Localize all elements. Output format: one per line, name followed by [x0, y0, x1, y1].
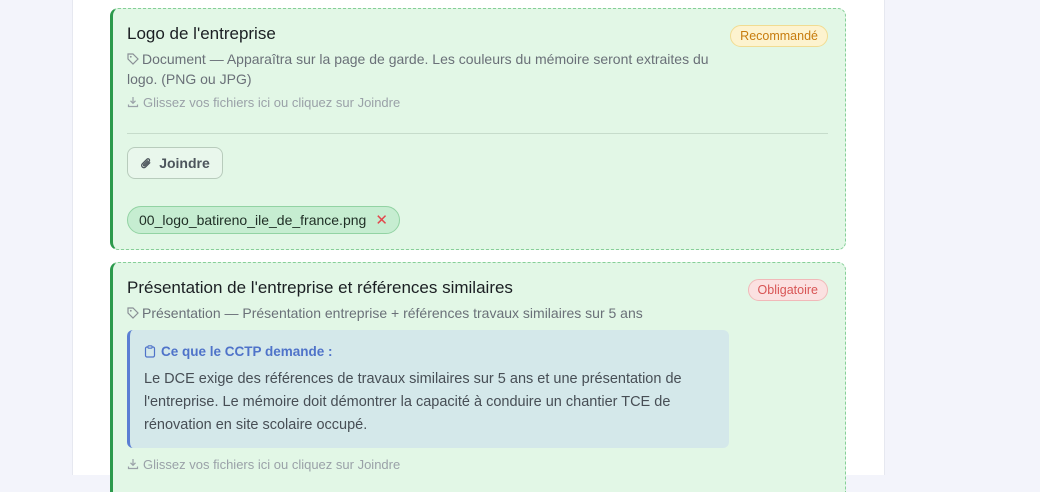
- attach-button-label: Joindre: [159, 155, 210, 171]
- card-title: Présentation de l'entreprise et référenc…: [127, 278, 513, 297]
- required-badge: Obligatoire: [747, 279, 828, 301]
- document-card-presentation: Présentation de l'entreprise et référenc…: [110, 262, 846, 492]
- clipboard-icon: [144, 345, 156, 358]
- divider: [127, 133, 828, 134]
- cctp-heading: Ce que le CCTP demande :: [144, 344, 333, 359]
- drop-hint-text: Glissez vos fichiers ici ou cliquez sur …: [143, 95, 401, 110]
- download-icon: [127, 97, 139, 108]
- tag-icon: [127, 53, 139, 65]
- description-text: Document — Apparaîtra sur la page de gar…: [127, 51, 709, 87]
- paperclip-icon: [141, 157, 151, 168]
- drop-zone-hint[interactable]: Glissez vos fichiers ici ou cliquez sur …: [127, 457, 400, 472]
- card-description: Document — Apparaîtra sur la page de gar…: [127, 50, 727, 89]
- attach-button[interactable]: Joindre: [127, 147, 223, 179]
- download-icon: [127, 459, 139, 470]
- card-title: Logo de l'entreprise: [127, 24, 276, 43]
- cctp-text: Le DCE exige des références de travaux s…: [144, 371, 682, 433]
- attached-file-chip: 00_logo_batireno_ile_de_france.png ✕: [127, 206, 400, 234]
- cctp-requirement-box: Ce que le CCTP demande : Le DCE exige de…: [127, 330, 729, 448]
- recommended-badge: Recommandé: [730, 25, 828, 47]
- cctp-heading-text: Ce que le CCTP demande :: [161, 344, 333, 359]
- description-text: Présentation — Présentation entreprise +…: [142, 305, 643, 321]
- drop-zone-hint[interactable]: Glissez vos fichiers ici ou cliquez sur …: [127, 95, 400, 110]
- drop-hint-text: Glissez vos fichiers ici ou cliquez sur …: [143, 457, 401, 472]
- tag-icon: [127, 307, 139, 319]
- card-description: Présentation — Présentation entreprise +…: [127, 304, 727, 324]
- file-name: 00_logo_batireno_ile_de_france.png: [139, 212, 367, 228]
- close-icon[interactable]: ✕: [375, 213, 388, 228]
- document-card-logo: Logo de l'entreprise Recommandé Document…: [110, 8, 846, 250]
